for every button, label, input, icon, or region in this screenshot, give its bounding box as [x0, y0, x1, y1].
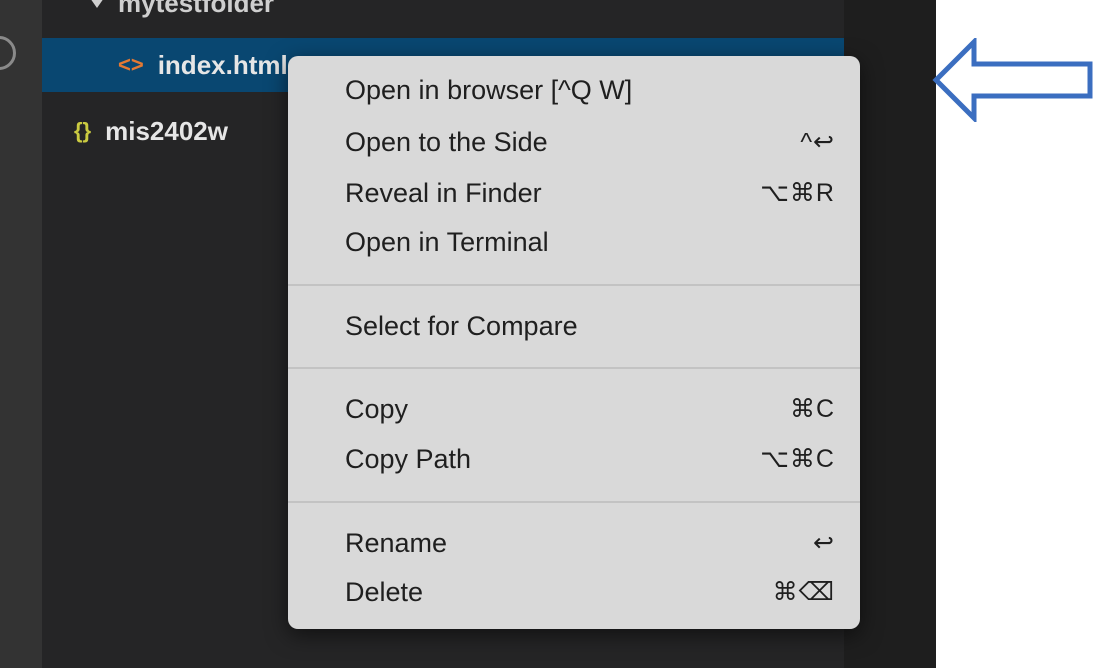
menu-item-label: Delete [345, 576, 424, 607]
context-menu: Open in browser [^Q W] Open to the Side … [288, 56, 860, 629]
menu-item-copy[interactable]: Copy ⌘C [345, 387, 835, 431]
html-file-icon: <> [118, 52, 144, 77]
menu-item-open-to-side[interactable]: Open to the Side ^↩ [345, 120, 835, 164]
menu-item-shortcut: ⌘⌫ [772, 578, 835, 606]
menu-item-label: Rename [345, 527, 448, 558]
menu-item-delete[interactable]: Delete ⌘⌫ [345, 570, 835, 614]
activity-bar [0, 0, 42, 668]
chevron-down-icon [90, 0, 104, 8]
activity-icon[interactable] [0, 36, 16, 70]
menu-item-label: Copy Path [345, 443, 472, 474]
menu-item-label: Select for Compare [345, 310, 578, 341]
menu-item-label: Open in Terminal [345, 226, 549, 257]
menu-item-select-for-compare[interactable]: Select for Compare [345, 304, 835, 348]
tree-folder-mytestfolder[interactable]: mytestfolder [42, 0, 844, 30]
file-label: index.html [157, 49, 288, 80]
left-arrow-icon [932, 38, 1093, 122]
menu-item-label: Copy [345, 393, 409, 424]
menu-divider [288, 367, 860, 369]
menu-item-shortcut: ↩ [813, 529, 835, 557]
menu-item-shortcut: ⌥⌘C [760, 445, 835, 473]
menu-divider [288, 501, 860, 503]
menu-item-label: Open in browser [^Q W] [345, 74, 633, 105]
menu-item-copy-path[interactable]: Copy Path ⌥⌘C [345, 437, 835, 481]
folder-label: mytestfolder [118, 0, 275, 18]
screenshot-stage: mytestfolder <> index.html {} mis2402w O… [0, 0, 1096, 668]
menu-divider [288, 284, 860, 286]
menu-item-open-in-terminal[interactable]: Open in Terminal [345, 220, 835, 264]
menu-item-label: Open to the Side [345, 126, 548, 157]
json-file-icon: {} [74, 118, 92, 143]
file-label: mis2402w [105, 115, 228, 146]
menu-item-shortcut: ^↩ [800, 128, 835, 156]
menu-item-open-in-browser[interactable]: Open in browser [^Q W] [345, 68, 835, 112]
menu-item-shortcut: ⌥⌘R [760, 179, 835, 207]
menu-item-reveal-in-finder[interactable]: Reveal in Finder ⌥⌘R [345, 171, 835, 215]
menu-item-rename[interactable]: Rename ↩ [345, 521, 835, 565]
menu-item-label: Reveal in Finder [345, 177, 542, 208]
menu-item-shortcut: ⌘C [789, 395, 835, 423]
